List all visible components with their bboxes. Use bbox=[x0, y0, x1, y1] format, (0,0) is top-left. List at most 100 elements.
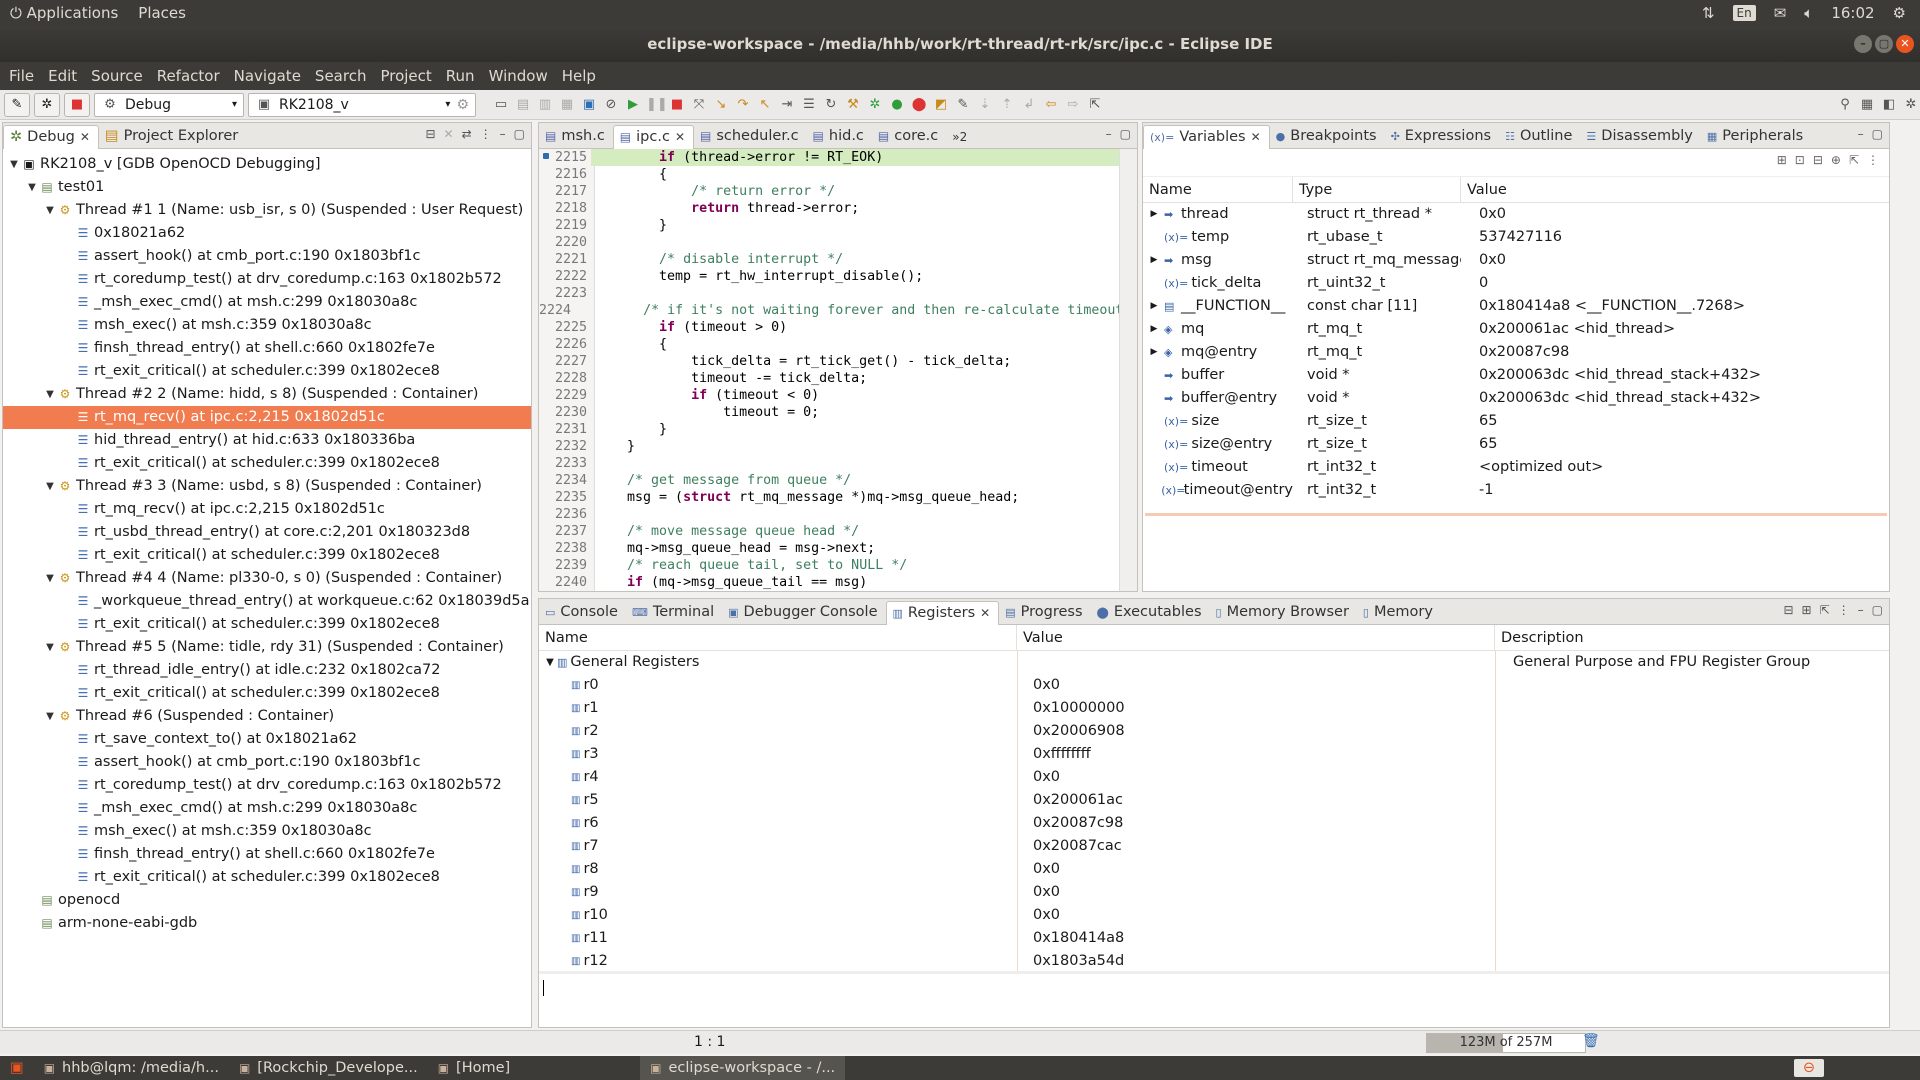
taskbar-item[interactable]: ▣ hhb@lqm: /media/h... bbox=[34, 1060, 229, 1076]
tab-overflow-button[interactable]: »2 bbox=[946, 127, 975, 148]
stack-frame-row[interactable]: ☰ 0x18021a62 bbox=[3, 222, 531, 245]
expand-toggle-icon[interactable]: ▼ bbox=[25, 176, 39, 199]
code-line[interactable]: 2220 bbox=[539, 234, 1119, 251]
maximize-button[interactable]: ▢ bbox=[1875, 35, 1893, 53]
variable-value[interactable]: 0x200063dc <hid_thread_stack+432> bbox=[1461, 387, 1889, 410]
tab-disassembly[interactable]: ☰ Disassembly bbox=[1580, 125, 1700, 148]
stack-frame-row[interactable]: ☰ msh_exec() at msh.c:359 0x18030a8c bbox=[3, 314, 531, 337]
code-line[interactable]: 2239 /* reach queue tail, set to NULL */ bbox=[539, 557, 1119, 574]
stack-frame-row[interactable]: ☰ rt_mq_recv() at ipc.c:2,215 0x1802d51c bbox=[3, 498, 531, 521]
tree-node-row[interactable]: ▤ arm-none-eabi-gdb bbox=[3, 912, 531, 935]
search-icon[interactable]: ⚲ bbox=[1836, 96, 1854, 114]
instruction-stepping-icon[interactable]: ⇥ bbox=[778, 96, 796, 114]
applications-menu[interactable]: ⏻ Applications bbox=[0, 4, 128, 22]
remove-terminated-icon[interactable]: ✕ bbox=[444, 127, 454, 141]
add-global-variables-icon[interactable]: ⊕ bbox=[1831, 153, 1841, 172]
build-icon[interactable]: ⚒ bbox=[844, 96, 862, 114]
menu-search[interactable]: Search bbox=[308, 67, 374, 85]
expand-toggle-icon[interactable]: ▶ bbox=[1147, 341, 1161, 364]
stack-frame-row[interactable]: ☰ rt_exit_critical() at scheduler.c:399 0… bbox=[3, 613, 531, 636]
register-row[interactable]: ▥ r0 0x0 bbox=[539, 674, 1889, 697]
column-type[interactable]: Type bbox=[1293, 177, 1461, 202]
stack-frame-row[interactable]: ☰ rt_thread_idle_entry() at idle.c:232 0x… bbox=[3, 659, 531, 682]
tree-node-row[interactable]: ▼ ▤ test01 bbox=[3, 176, 531, 199]
expand-toggle-icon[interactable]: ▼ bbox=[43, 567, 57, 590]
terminate-icon[interactable]: ■ bbox=[668, 96, 686, 114]
code-line[interactable]: 2217 /* return error */ bbox=[539, 183, 1119, 200]
code-line[interactable]: 2230 timeout = 0; bbox=[539, 404, 1119, 421]
stack-frame-row[interactable]: ☰ rt_mq_recv() at ipc.c:2,215 0x1802d51c bbox=[3, 406, 531, 429]
tab-debugger-console[interactable]: ▣ Debugger Console bbox=[722, 601, 885, 624]
stack-frame-row[interactable]: ☰ _workqueue_thread_entry() at workqueue.… bbox=[3, 590, 531, 613]
variable-value[interactable]: 0x200063dc <hid_thread_stack+432> bbox=[1461, 364, 1889, 387]
stack-frame-row[interactable]: ☰ rt_coredump_test() at drv_coredump.c:16… bbox=[3, 268, 531, 291]
code-line[interactable]: 2238 mq->msg_queue_head = msg->next; bbox=[539, 540, 1119, 557]
close-icon[interactable]: ✕ bbox=[980, 606, 990, 620]
tab-executables[interactable]: ⬤ Executables bbox=[1091, 601, 1210, 624]
print-icon[interactable]: ▦ bbox=[558, 96, 576, 114]
code-line[interactable]: 2223 bbox=[539, 285, 1119, 302]
variable-row[interactable]: ➡ buffer@entry void * 0x200063dc <hid_threa… bbox=[1143, 387, 1889, 410]
register-detail-pane[interactable] bbox=[539, 971, 1889, 1027]
last-edit-icon[interactable]: ↲ bbox=[1020, 96, 1038, 114]
variable-row[interactable]: (x)= size@entry rt_size_t 65 bbox=[1143, 433, 1889, 456]
expand-toggle-icon[interactable]: ▼ bbox=[43, 636, 57, 659]
register-value[interactable]: 0x0 bbox=[1017, 904, 1495, 927]
garbage-collect-icon[interactable]: 🗑︎ bbox=[1582, 1033, 1600, 1049]
stack-frame-row[interactable]: ☰ rt_exit_critical() at scheduler.c:399 0… bbox=[3, 452, 531, 475]
search-toolbar-icon[interactable]: ✎ bbox=[954, 96, 972, 114]
skip-all-breakpoints-icon[interactable]: ⊘ bbox=[602, 96, 620, 114]
menu-project[interactable]: Project bbox=[373, 67, 438, 85]
column-value[interactable]: Value bbox=[1017, 625, 1495, 650]
minimize-view-icon[interactable]: – bbox=[500, 127, 506, 141]
menu-refactor[interactable]: Refactor bbox=[150, 67, 227, 85]
export-icon[interactable]: ⇱ bbox=[1820, 603, 1830, 617]
collapse-all-icon[interactable]: ⊟ bbox=[1783, 603, 1793, 617]
expand-toggle-icon[interactable]: ▶ bbox=[1147, 295, 1161, 318]
show-desktop-icon[interactable]: ▣ bbox=[0, 1060, 34, 1076]
stack-frame-row[interactable]: ☰ finsh_thread_entry() at shell.c:660 0x1… bbox=[3, 843, 531, 866]
expand-toggle-icon[interactable]: ▼ bbox=[43, 705, 57, 728]
tab-expressions[interactable]: ✣ Expressions bbox=[1385, 125, 1499, 148]
taskbar-item[interactable]: ▣ [Rockchip_Develope... bbox=[229, 1060, 428, 1076]
register-value[interactable]: 0x20087cac bbox=[1017, 835, 1495, 858]
register-row[interactable]: ▥ r5 0x200061ac bbox=[539, 789, 1889, 812]
stack-frame-row[interactable]: ☰ _msh_exec_cmd() at msh.c:299 0x18030a8c bbox=[3, 797, 531, 820]
menu-file[interactable]: File bbox=[2, 67, 41, 85]
tab-core-c[interactable]: ▤ core.c bbox=[872, 125, 946, 148]
expand-toggle-icon[interactable]: ▶ bbox=[1147, 249, 1161, 272]
code-line[interactable]: 2232 } bbox=[539, 438, 1119, 455]
register-row[interactable]: ▥ r8 0x0 bbox=[539, 858, 1889, 881]
register-value[interactable]: 0x0 bbox=[1017, 858, 1495, 881]
minimize-view-icon[interactable]: – bbox=[1106, 127, 1112, 141]
cpp-perspective-icon[interactable]: ◧ bbox=[1880, 96, 1898, 114]
stack-frame-row[interactable]: ☰ assert_hook() at cmb_port.c:190 0x1803b… bbox=[3, 751, 531, 774]
expand-toggle-icon[interactable]: ▼ bbox=[43, 199, 57, 222]
variable-value[interactable]: -1 bbox=[1461, 479, 1889, 502]
column-value[interactable]: Value bbox=[1461, 177, 1889, 202]
save-all-icon[interactable]: ▥ bbox=[536, 96, 554, 114]
next-annotation-icon[interactable]: ⇣ bbox=[976, 96, 994, 114]
variable-value[interactable]: 537427116 bbox=[1461, 226, 1889, 249]
forward-icon[interactable]: ⇨ bbox=[1064, 96, 1082, 114]
stack-frame-row[interactable]: ☰ finsh_thread_entry() at shell.c:660 0x1… bbox=[3, 337, 531, 360]
menu-help[interactable]: Help bbox=[555, 67, 603, 85]
close-button[interactable]: ✕ bbox=[1896, 35, 1914, 53]
code-line[interactable]: 2225 if (timeout > 0) bbox=[539, 319, 1119, 336]
maximize-view-icon[interactable]: ▢ bbox=[1120, 127, 1131, 141]
step-into-icon[interactable]: ↘ bbox=[712, 96, 730, 114]
link-with-editor-icon[interactable]: ⇄ bbox=[462, 127, 472, 141]
heap-status[interactable]: 123M of 257M bbox=[1426, 1033, 1586, 1053]
show-type-names-icon[interactable]: ⊞ bbox=[1777, 153, 1787, 172]
stack-frame-row[interactable]: ☰ rt_usbd_thread_entry() at core.c:2,201 … bbox=[3, 521, 531, 544]
code-line[interactable]: 2218 return thread->error; bbox=[539, 200, 1119, 217]
variable-row[interactable]: ▶ ▤ __FUNCTION__ const char [11] 0x180414a8 … bbox=[1143, 295, 1889, 318]
stack-frame-row[interactable]: ☰ rt_coredump_test() at drv_coredump.c:16… bbox=[3, 774, 531, 797]
code-line[interactable]: 2216 { bbox=[539, 166, 1119, 183]
register-row[interactable]: ▥ r1 0x10000000 bbox=[539, 697, 1889, 720]
register-row[interactable]: ▥ r12 0x1803a54d bbox=[539, 950, 1889, 971]
tab-progress[interactable]: ▤ Progress bbox=[999, 601, 1090, 624]
gear-icon[interactable]: ⚙ bbox=[456, 97, 469, 113]
maximize-view-icon[interactable]: ▢ bbox=[1872, 603, 1883, 617]
debug-run-icon[interactable]: ✲ bbox=[866, 96, 884, 114]
